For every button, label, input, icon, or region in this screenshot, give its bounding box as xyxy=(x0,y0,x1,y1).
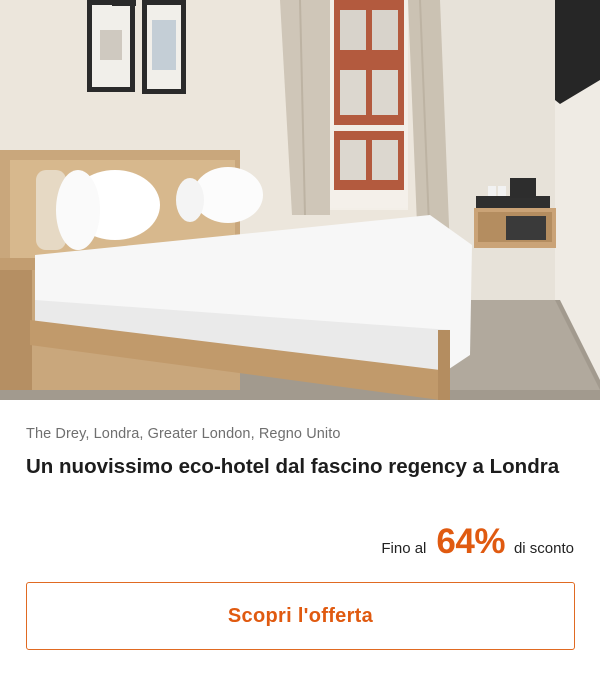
discount-suffix: di sconto xyxy=(513,540,574,557)
offer-card[interactable]: The Drey, Londra, Greater London, Regno … xyxy=(0,0,600,676)
discount-badge: Fino al 64% di sconto xyxy=(381,522,574,566)
discover-offer-button[interactable]: Scopri l'offerta xyxy=(26,582,575,650)
discount-prefix: Fino al xyxy=(381,540,427,557)
hotel-room-photo[interactable] xyxy=(0,0,600,400)
discount-value: 64% xyxy=(436,522,505,561)
offer-title[interactable]: Un nuovissimo eco-hotel dal fascino rege… xyxy=(26,453,576,481)
hotel-location: The Drey, Londra, Greater London, Regno … xyxy=(26,426,341,442)
